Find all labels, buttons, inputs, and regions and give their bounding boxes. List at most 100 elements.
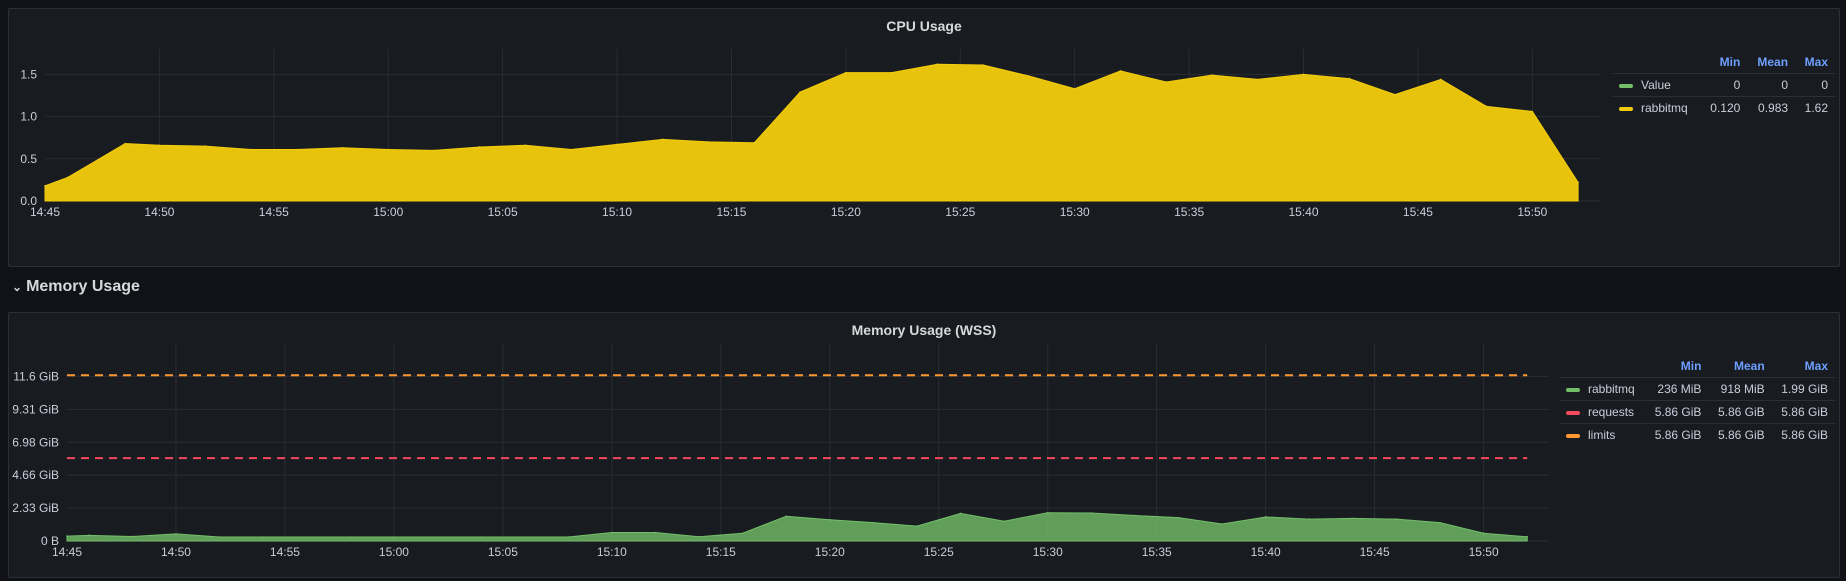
- data-point: [1526, 535, 1529, 538]
- legend-header-mean[interactable]: Mean: [1708, 355, 1771, 378]
- data-point: [959, 512, 962, 515]
- x-tick-label: 14:50: [161, 545, 191, 559]
- data-point: [1177, 516, 1180, 519]
- legend-header-min[interactable]: Min: [1645, 355, 1708, 378]
- legend-row-rabbitmq[interactable]: rabbitmq 236 MiB 918 MiB 1.99 GiB: [1560, 377, 1835, 401]
- x-tick-label: 15:10: [602, 205, 632, 219]
- data-point: [433, 149, 435, 152]
- legend-header-min[interactable]: Min: [1700, 51, 1747, 74]
- legend-max: 1.99 GiB: [1771, 377, 1835, 401]
- series-color-swatch: [1619, 106, 1633, 111]
- y-tick-label: 2.33 GiB: [12, 501, 59, 515]
- data-point: [1352, 517, 1354, 520]
- data-point: [872, 521, 875, 524]
- data-point: [124, 142, 126, 145]
- data-point: [349, 536, 352, 538]
- data-point: [616, 143, 618, 146]
- data-point: [1073, 87, 1076, 90]
- y-tick-label: 9.31 GiB: [12, 402, 59, 416]
- data-point: [218, 536, 221, 538]
- legend-max: 0: [1795, 73, 1835, 97]
- legend-mean: 918 MiB: [1708, 377, 1772, 401]
- data-point: [1485, 105, 1488, 108]
- x-tick-label: 15:50: [1517, 205, 1547, 219]
- x-tick-label: 15:40: [1289, 205, 1319, 219]
- data-point: [262, 536, 264, 538]
- data-point: [295, 148, 298, 151]
- legend-series-name[interactable]: Value: [1641, 78, 1671, 92]
- data-point: [66, 535, 68, 537]
- memory-legend: Min Mean Max rabbitmq 236 MiB 918 MiB 1.…: [1560, 355, 1835, 446]
- data-point: [436, 536, 439, 538]
- memory-usage-panel: Memory Usage (WSS) 0 B 2.33 GiB 4.66 GiB 6.…: [8, 312, 1840, 578]
- x-tick-label: 14:45: [52, 545, 82, 559]
- data-point: [387, 148, 390, 151]
- x-tick-label: 15:10: [597, 545, 627, 559]
- data-point: [1348, 77, 1351, 80]
- legend-mean: 0.983: [1747, 96, 1796, 119]
- data-point: [567, 536, 570, 538]
- x-tick-label: 15:20: [831, 205, 861, 219]
- legend-row-rabbitmq[interactable]: rabbitmq 0.120 0.983 1.62: [1613, 96, 1835, 119]
- y-tick-label: 11.6 GiB: [13, 369, 59, 383]
- legend-header-mean[interactable]: Mean: [1747, 51, 1795, 74]
- legend-series-name[interactable]: limits: [1588, 428, 1615, 442]
- legend-series-name[interactable]: requests: [1588, 405, 1634, 419]
- x-tick-label: 15:30: [1060, 205, 1090, 219]
- data-point: [44, 185, 46, 187]
- data-point: [662, 138, 664, 141]
- legend-row-value[interactable]: Value 0 0 0: [1613, 73, 1835, 97]
- data-point: [1531, 110, 1534, 113]
- data-point: [175, 533, 177, 535]
- legend-header-max[interactable]: Max: [1795, 51, 1835, 74]
- legend-min: 236 MiB: [1645, 377, 1709, 401]
- x-tick-label: 14:55: [270, 545, 300, 559]
- data-point: [1577, 181, 1579, 184]
- chevron-down-icon[interactable]: ⌄: [12, 280, 22, 294]
- data-point: [1482, 532, 1485, 535]
- data-point: [158, 144, 161, 147]
- x-tick-label: 15:45: [1360, 545, 1390, 559]
- data-point: [1264, 516, 1267, 518]
- legend-row-requests[interactable]: requests 5.86 GiB 5.86 GiB 5.86 GiB: [1560, 400, 1835, 424]
- data-point: [1302, 73, 1305, 76]
- data-point: [707, 141, 710, 143]
- data-point: [1028, 75, 1030, 77]
- legend-header-max[interactable]: Max: [1772, 355, 1835, 378]
- data-point: [305, 536, 308, 538]
- data-point: [1119, 70, 1122, 72]
- memory-usage-row-header[interactable]: ⌄ Memory Usage: [12, 278, 140, 296]
- data-point: [523, 536, 526, 538]
- data-point: [1211, 74, 1213, 76]
- data-point: [1395, 518, 1398, 520]
- cpu-legend: Min Mean Max Value 0 0 0 rabbitmq 0.120 …: [1613, 51, 1835, 119]
- data-point: [250, 148, 252, 151]
- data-point: [1308, 518, 1311, 520]
- x-tick-label: 15:25: [945, 205, 975, 219]
- data-point: [828, 518, 831, 521]
- cpu-usage-chart[interactable]: 0.00.51.01.514:45 14:50 14:55 15:00 15:05 15:…: [9, 9, 1609, 266]
- legend-row-limits[interactable]: limits 5.86 GiB 5.86 GiB 5.86 GiB: [1560, 423, 1835, 446]
- x-tick-label: 15:35: [1174, 205, 1204, 219]
- data-point: [1046, 511, 1049, 514]
- data-point: [524, 144, 527, 147]
- data-point: [1090, 512, 1093, 514]
- x-tick-label: 14:45: [30, 205, 60, 219]
- y-tick-label: 4.66 GiB: [12, 468, 59, 482]
- legend-max: 5.86 GiB: [1771, 423, 1835, 446]
- x-tick-label: 15:35: [1142, 545, 1172, 559]
- legend-mean: 0: [1747, 73, 1796, 97]
- legend-min: 0: [1700, 73, 1748, 97]
- memory-usage-chart[interactable]: 0 B2.33 GiB4.66 GiB6.98 GiB9.31 GiB11.6 …: [9, 313, 1559, 577]
- data-point: [741, 532, 744, 535]
- legend-series-name[interactable]: rabbitmq: [1588, 382, 1635, 396]
- legend-mean: 5.86 GiB: [1708, 400, 1772, 424]
- series-color-swatch: [1619, 83, 1633, 88]
- series-area-rabbitmq: [66, 512, 1528, 542]
- x-tick-label: 15:30: [1033, 545, 1063, 559]
- legend-series-name[interactable]: rabbitmq: [1641, 101, 1688, 115]
- data-point: [1221, 523, 1223, 525]
- data-point: [785, 515, 788, 518]
- series-color-swatch: [1566, 387, 1580, 392]
- data-point: [67, 176, 69, 179]
